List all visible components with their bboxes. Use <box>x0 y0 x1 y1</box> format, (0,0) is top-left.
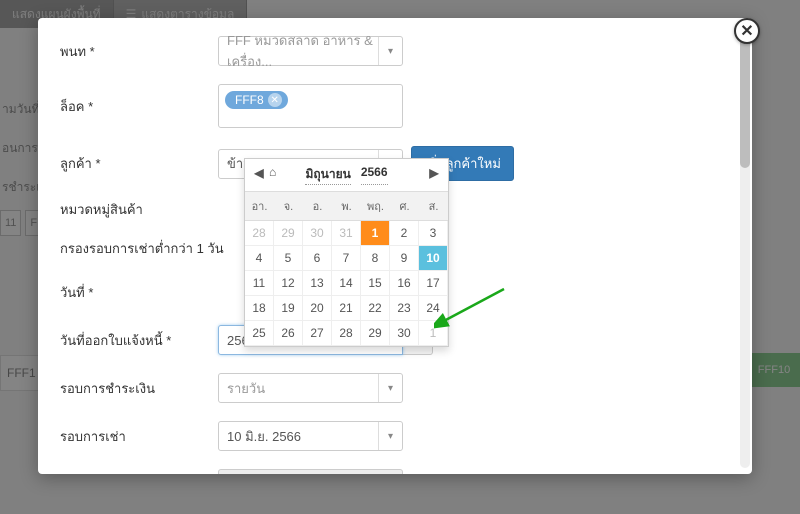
datepicker-home-button[interactable]: ⌂ <box>269 165 276 179</box>
label-rent: ค่าเช่า * <box>60 474 218 475</box>
datepicker-popup: ◀ ⌂ มิถุนายน 2566 ▶ อา.จ.อ.พ.พฤ.ศ.ส. 282… <box>244 158 449 347</box>
datepicker-dow-cell: อา. <box>245 192 274 220</box>
datepicker-day-cell[interactable]: 28 <box>245 221 274 246</box>
chevron-down-icon: ▾ <box>378 37 402 65</box>
datepicker-day-cell[interactable]: 27 <box>303 321 332 346</box>
datepicker-day-cell[interactable]: 16 <box>390 271 419 296</box>
datepicker-day-cell[interactable]: 1 <box>361 221 390 246</box>
datepicker-day-cell[interactable]: 24 <box>419 296 448 321</box>
datepicker-day-cell[interactable]: 26 <box>274 321 303 346</box>
row-payment-round: รอบการชำระเงิน รายวัน ▾ <box>60 373 730 403</box>
close-button[interactable]: ✕ <box>734 18 760 44</box>
label-rent-round: รอบการเช่า <box>60 426 218 447</box>
payment-round-value: รายวัน <box>227 378 265 399</box>
datepicker-grid: 2829303112345678910111213141516171819202… <box>245 221 448 346</box>
modal-body: พนท * FFF หมวดสลาด อาหาร & เครื่อง... ▾ … <box>38 18 752 474</box>
lock-tag[interactable]: FFF8 ✕ <box>225 91 288 109</box>
datepicker-day-cell[interactable]: 1 <box>419 321 448 346</box>
datepicker-day-cell[interactable]: 29 <box>361 321 390 346</box>
datepicker-day-cell[interactable]: 22 <box>361 296 390 321</box>
datepicker-day-cell[interactable]: 5 <box>274 246 303 271</box>
datepicker-day-cell[interactable]: 30 <box>390 321 419 346</box>
modal-dialog: พนท * FFF หมวดสลาด อาหาร & เครื่อง... ▾ … <box>38 18 752 474</box>
datepicker-day-cell[interactable]: 4 <box>245 246 274 271</box>
datepicker-day-cell[interactable]: 20 <box>303 296 332 321</box>
datepicker-weekdays: อา.จ.อ.พ.พฤ.ศ.ส. <box>245 191 448 221</box>
datepicker-day-cell[interactable]: 19 <box>274 296 303 321</box>
datepicker-day-cell[interactable]: 15 <box>361 271 390 296</box>
select-type-value: FFF หมวดสลาด อาหาร & เครื่อง... <box>227 30 378 72</box>
scrollbar-thumb[interactable] <box>740 28 750 168</box>
datepicker-next-button[interactable]: ▶ <box>426 165 442 181</box>
chevron-down-icon: ▾ <box>378 422 402 450</box>
datepicker-day-cell[interactable]: 21 <box>332 296 361 321</box>
datepicker-day-cell[interactable]: 17 <box>419 271 448 296</box>
label-lock: ล็อค * <box>60 96 218 117</box>
modal-scrollbar[interactable] <box>740 24 750 468</box>
label-filter: กรองรอบการเช่าต่ำกว่า 1 วัน <box>60 238 224 259</box>
row-rent: ค่าเช่า * 8500.00 <box>60 469 730 474</box>
select-type[interactable]: FFF หมวดสลาด อาหาร & เครื่อง... ▾ <box>218 36 403 66</box>
datepicker-day-cell[interactable]: 8 <box>361 246 390 271</box>
datepicker-day-cell[interactable]: 23 <box>390 296 419 321</box>
row-type: พนท * FFF หมวดสลาด อาหาร & เครื่อง... ▾ <box>60 36 730 66</box>
label-type: พนท * <box>60 41 218 62</box>
datepicker-dow-cell: พ. <box>332 192 361 220</box>
datepicker-month[interactable]: มิถุนายน <box>305 165 350 185</box>
datepicker-day-cell[interactable]: 12 <box>274 271 303 296</box>
datepicker-header: ◀ ⌂ มิถุนายน 2566 ▶ <box>245 159 448 191</box>
datepicker-day-cell[interactable]: 25 <box>245 321 274 346</box>
datepicker-day-cell[interactable]: 13 <box>303 271 332 296</box>
datepicker-year[interactable]: 2566 <box>361 165 388 185</box>
lock-tag-text: FFF8 <box>235 93 264 107</box>
row-lock: ล็อค * FFF8 ✕ <box>60 84 730 128</box>
datepicker-dow-cell: ส. <box>419 192 448 220</box>
datepicker-day-cell[interactable]: 2 <box>390 221 419 246</box>
datepicker-day-cell[interactable]: 7 <box>332 246 361 271</box>
datepicker-day-cell[interactable]: 31 <box>332 221 361 246</box>
datepicker-day-cell[interactable]: 18 <box>245 296 274 321</box>
datepicker-dow-cell: อ. <box>303 192 332 220</box>
datepicker-dow-cell: ศ. <box>390 192 419 220</box>
datepicker-dow-cell: จ. <box>274 192 303 220</box>
row-rent-round: รอบการเช่า 10 มิ.ย. 2566 ▾ <box>60 421 730 451</box>
select-rent-round[interactable]: 10 มิ.ย. 2566 ▾ <box>218 421 403 451</box>
datepicker-day-cell[interactable]: 6 <box>303 246 332 271</box>
datepicker-day-cell[interactable]: 3 <box>419 221 448 246</box>
datepicker-day-cell[interactable]: 9 <box>390 246 419 271</box>
datepicker-day-cell[interactable]: 10 <box>419 246 448 271</box>
rent-round-value: 10 มิ.ย. 2566 <box>227 426 301 447</box>
datepicker-day-cell[interactable]: 30 <box>303 221 332 246</box>
datepicker-day-cell[interactable]: 29 <box>274 221 303 246</box>
select-payment-round[interactable]: รายวัน ▾ <box>218 373 403 403</box>
rent-input[interactable]: 8500.00 <box>218 469 403 474</box>
label-customer: ลูกค้า * <box>60 153 218 174</box>
label-date: วันที่ * <box>60 282 218 303</box>
datepicker-dow-cell: พฤ. <box>361 192 390 220</box>
datepicker-day-cell[interactable]: 28 <box>332 321 361 346</box>
chevron-down-icon: ▾ <box>378 374 402 402</box>
datepicker-day-cell[interactable]: 11 <box>245 271 274 296</box>
datepicker-day-cell[interactable]: 14 <box>332 271 361 296</box>
tag-remove-icon[interactable]: ✕ <box>268 93 282 107</box>
datepicker-prev-button[interactable]: ◀ <box>251 165 267 181</box>
lock-tag-input[interactable]: FFF8 ✕ <box>218 84 403 128</box>
label-payment-round: รอบการชำระเงิน <box>60 378 218 399</box>
label-invoice-date: วันที่ออกใบแจ้งหนี้ * <box>60 330 218 351</box>
label-category: หมวดหมู่สินค้า <box>60 199 218 220</box>
